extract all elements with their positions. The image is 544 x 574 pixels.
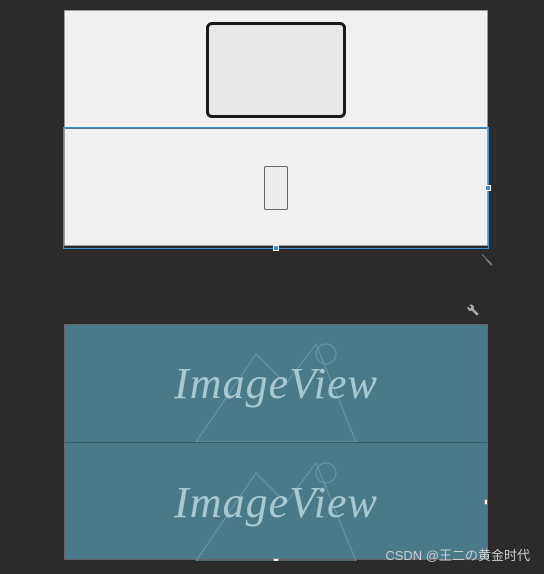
imageview-label: ImageView <box>174 477 378 528</box>
watermark-text: CSDN @王二の黄金时代 <box>385 545 530 564</box>
blueprint-row-1[interactable]: ImageView <box>65 443 487 561</box>
resize-handle-east[interactable] <box>484 499 487 505</box>
design-row-phone[interactable] <box>65 129 487 247</box>
design-row-tablet[interactable] <box>65 11 487 129</box>
blueprint-preview-panel[interactable]: ImageView ImageView <box>64 324 488 560</box>
phone-device-frame <box>264 166 288 210</box>
resize-handle-south[interactable] <box>273 245 279 251</box>
blueprint-row-0[interactable]: ImageView <box>65 325 487 443</box>
tablet-device-frame <box>206 22 346 118</box>
imageview-label: ImageView <box>174 358 378 409</box>
design-preview-panel[interactable] <box>64 10 488 246</box>
panel-resize-grip-icon[interactable] <box>480 252 494 266</box>
wrench-icon[interactable] <box>467 303 479 319</box>
resize-handle-east[interactable] <box>485 185 491 191</box>
